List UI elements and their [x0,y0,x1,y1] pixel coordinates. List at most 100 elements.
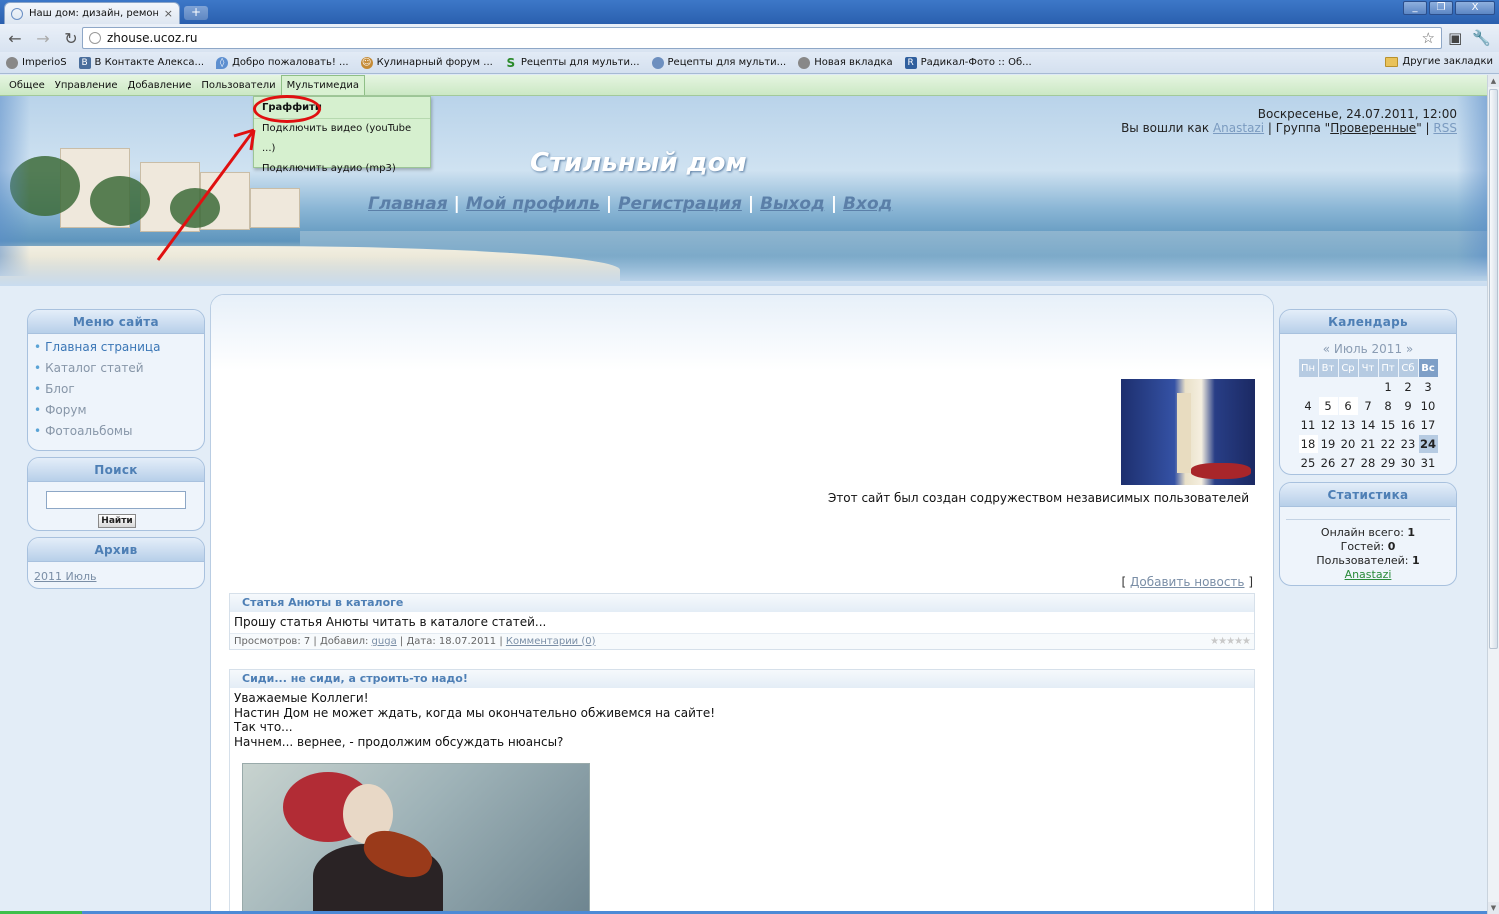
vk-icon: B [78,56,91,69]
calendar-day[interactable]: 20 [1339,435,1358,453]
calendar-day[interactable]: 13 [1339,416,1358,434]
calendar-day[interactable]: 18 [1298,435,1318,453]
calendar-day[interactable]: 3 [1419,378,1438,396]
calendar-day[interactable]: 26 [1319,454,1338,472]
calendar-day[interactable]: 25 [1299,454,1318,472]
bookmark-item[interactable]: R Радикал-Фото :: Об... [904,56,1032,69]
menu-item-blog[interactable]: Блог [28,379,204,400]
calendar-day-name: Чт [1358,359,1378,377]
calendar-day[interactable]: 31 [1419,454,1438,472]
nav-login[interactable]: Вход [843,194,892,214]
calendar-day[interactable]: 9 [1399,397,1418,415]
calendar-day[interactable]: 5 [1318,397,1338,415]
calendar-day[interactable]: 6 [1338,397,1358,415]
bookmark-item[interactable]: Новая вкладка [798,56,893,69]
group-link[interactable]: Проверенные [1330,121,1416,135]
extension-icon[interactable]: ▣ [1448,29,1462,47]
rss-link[interactable]: RSS [1433,121,1457,135]
tab-close-icon[interactable]: × [164,7,173,20]
users-label: Пользователей: [1316,554,1409,567]
admin-menu-multimedia[interactable]: Мультимедиа [280,75,366,95]
page-info-icon[interactable] [89,32,101,44]
nav-logout[interactable]: Выход [760,194,825,214]
menu-item-photos[interactable]: Фотоальбомы [28,421,204,442]
calendar-day[interactable]: 11 [1299,416,1318,434]
calendar-day[interactable]: 23 [1399,435,1418,453]
calendar-day[interactable]: 1 [1379,378,1398,396]
browser-tab[interactable]: Наш дом: дизайн, ремонт, о × [4,2,180,24]
bracket-open: [ [1121,575,1127,589]
maximize-button[interactable]: ❐ [1429,1,1453,15]
admin-menu-users[interactable]: Пользователи [196,75,280,96]
menu-item-articles[interactable]: Каталог статей [28,358,204,379]
search-input[interactable] [46,491,186,509]
statistics-body: Онлайн всего: 1 Гостей: 0 Пользователей:… [1286,519,1450,582]
add-news-link[interactable]: Добавить новость [1130,575,1244,589]
bookmark-item[interactable]: ImperioS [6,56,67,69]
url-text[interactable]: zhouse.ucoz.ru [107,31,1416,45]
menu-item-forum[interactable]: Форум [28,400,204,421]
dropdown-item-video[interactable]: Подключить видео (youTube ...) [254,119,430,159]
scrollbar-thumb[interactable] [1489,89,1498,649]
entry-comments-link[interactable]: Комментарии (0) [506,636,596,647]
new-tab-button[interactable]: + [184,6,208,20]
calendar-month-nav[interactable]: « Июль 2011 » [1280,342,1456,356]
calendar-day[interactable]: 17 [1419,416,1438,434]
online-user-link[interactable]: Anastazi [1345,568,1392,581]
calendar-day[interactable]: 22 [1379,435,1398,453]
forward-arrow-icon[interactable]: → [34,29,52,48]
calendar-day[interactable]: 27 [1339,454,1358,472]
calendar-day[interactable]: 24 [1418,435,1438,453]
violinist-painting-image [242,763,590,913]
nav-register[interactable]: Регистрация [618,194,742,214]
entry-views: Просмотров: 7 | Добавил: [234,635,369,647]
calendar-day[interactable]: 12 [1319,416,1338,434]
tab-title: Наш дом: дизайн, ремонт, о [29,8,158,19]
other-bookmarks[interactable]: Другие закладки [1385,56,1493,67]
reload-icon[interactable]: ↻ [62,29,80,48]
calendar-day[interactable]: 29 [1379,454,1398,472]
calendar-day[interactable]: 16 [1399,416,1418,434]
nav-profile[interactable]: Мой профиль [466,194,600,214]
wrench-icon[interactable]: 🔧 [1472,29,1491,47]
calendar-day[interactable]: 14 [1359,416,1378,434]
admin-menu-manage[interactable]: Управление [50,75,123,96]
calendar-day[interactable]: 15 [1379,416,1398,434]
scroll-up-icon[interactable]: ▲ [1488,75,1499,87]
bookmark-item[interactable]: S Рецепты для мульти... [505,57,640,69]
bookmark-item[interactable]: ☺ Кулинарный форум ... [360,56,493,69]
archive-block: Архив 2011 Июль [27,537,205,589]
menu-item-home[interactable]: Главная страница [28,337,204,358]
calendar-day[interactable]: 4 [1299,397,1318,415]
entry-author-link[interactable]: guga [372,636,397,647]
bookmark-item[interactable]: ◊ Добро пожаловать! ... [216,56,349,69]
dropdown-item-audio[interactable]: Подключить аудио (mp3) [254,159,430,179]
search-button[interactable]: Найти [98,514,136,528]
calendar-day[interactable]: 7 [1359,397,1378,415]
calendar-day[interactable]: 28 [1359,454,1378,472]
calendar-day[interactable]: 30 [1399,454,1418,472]
calendar-day[interactable]: 10 [1419,397,1438,415]
admin-menu-add[interactable]: Добавление [123,75,197,96]
admin-menu-general[interactable]: Общее [4,75,50,96]
rating-stars-icon[interactable]: ★★★★★ [1210,636,1251,647]
calendar-day[interactable]: 19 [1319,435,1338,453]
back-arrow-icon[interactable]: ← [6,29,24,48]
entry-title[interactable]: Статья Анюты в каталоге [230,594,1254,612]
minimize-button[interactable]: _ [1403,1,1427,15]
address-bar[interactable]: zhouse.ucoz.ru ☆ [82,27,1442,49]
username-link[interactable]: Anastazi [1213,121,1264,135]
archive-link[interactable]: 2011 Июль [34,570,204,583]
calendar-day[interactable]: 2 [1399,378,1418,396]
chef-icon: ☺ [360,56,373,69]
calendar-day[interactable]: 21 [1359,435,1378,453]
entry-title[interactable]: Сиди... не сиди, а строить-то надо! [230,670,1254,688]
bookmark-item[interactable]: Рецепты для мульти... [651,56,786,69]
page-scrollbar[interactable]: ▲ ▼ [1487,75,1499,914]
scroll-down-icon[interactable]: ▼ [1488,902,1499,914]
bookmark-item[interactable]: BВ Контакте Алекса... [78,56,204,69]
bookmark-star-icon[interactable]: ☆ [1422,29,1435,47]
nav-home[interactable]: Главная [368,194,448,214]
calendar-day[interactable]: 8 [1379,397,1398,415]
close-window-button[interactable]: X [1455,1,1495,15]
